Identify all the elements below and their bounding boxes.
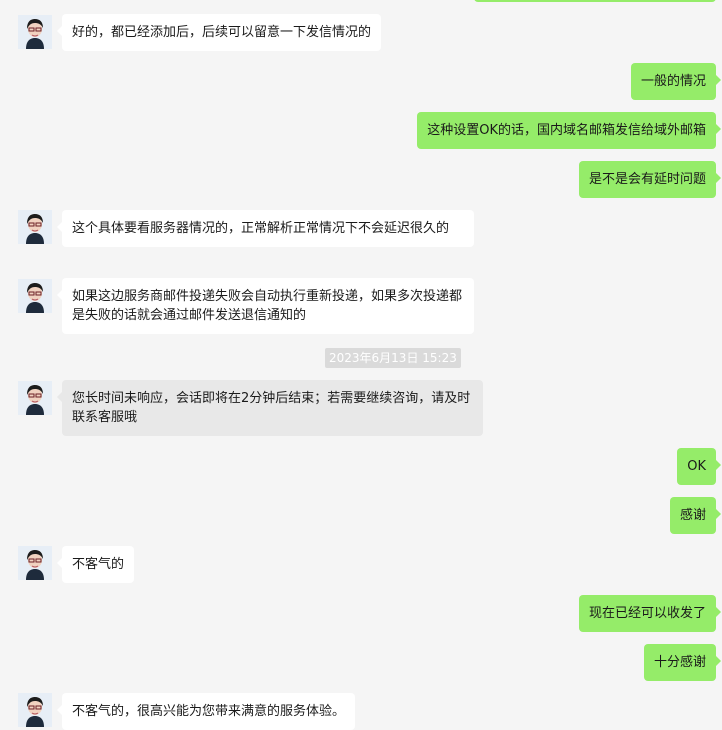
- message-bubble[interactable]: 这种设置OK的话，国内域名邮箱发信给域外邮箱: [417, 112, 721, 149]
- person-avatar-icon: [18, 15, 52, 49]
- message-bubble[interactable]: 这个具体要看服务器情况的，正常解析正常情况下不会延迟很久的: [57, 210, 474, 247]
- message-bubble[interactable]: 现在已经可以收发了: [578, 595, 722, 632]
- message-bubble[interactable]: 一般的情况: [630, 63, 722, 100]
- agent-avatar[interactable]: [18, 693, 52, 727]
- system-notice-bubble[interactable]: 您长时间未响应，会话即将在2分钟后结束；若需要继续咨询，请及时联系客服哦: [57, 380, 483, 436]
- message-bubble[interactable]: 不客气的，很高兴能为您带来满意的服务体验。: [56, 693, 356, 730]
- person-avatar-icon: [18, 279, 52, 313]
- message-bubble[interactable]: 好的，都已经添加后，后续可以留意一下发信情况的: [56, 14, 382, 51]
- message-bubble[interactable]: 感谢: [669, 497, 722, 534]
- person-avatar-icon: [18, 210, 52, 244]
- message-bubble[interactable]: 不客气的: [56, 546, 135, 583]
- agent-avatar[interactable]: [18, 546, 52, 580]
- person-avatar-icon: [18, 546, 52, 580]
- message-bubble[interactable]: 如果这边服务商邮件投递失败会自动执行重新投递，如果多次投递都是失败的话就会通过邮…: [57, 278, 474, 334]
- message-bubble[interactable]: 十分感谢: [643, 644, 722, 681]
- agent-avatar[interactable]: [18, 210, 52, 244]
- timestamp-label: 2023年6月13日 15:23: [325, 348, 461, 368]
- agent-avatar[interactable]: [18, 15, 52, 49]
- message-bubble[interactable]: 是不是会有延时问题: [578, 161, 722, 198]
- agent-avatar[interactable]: [18, 279, 52, 313]
- person-avatar-icon: [18, 381, 52, 415]
- agent-avatar[interactable]: [18, 381, 52, 415]
- message-bubble[interactable]: OK: [677, 448, 721, 485]
- person-avatar-icon: [18, 693, 52, 727]
- partial-message-bubble: [474, 0, 716, 2]
